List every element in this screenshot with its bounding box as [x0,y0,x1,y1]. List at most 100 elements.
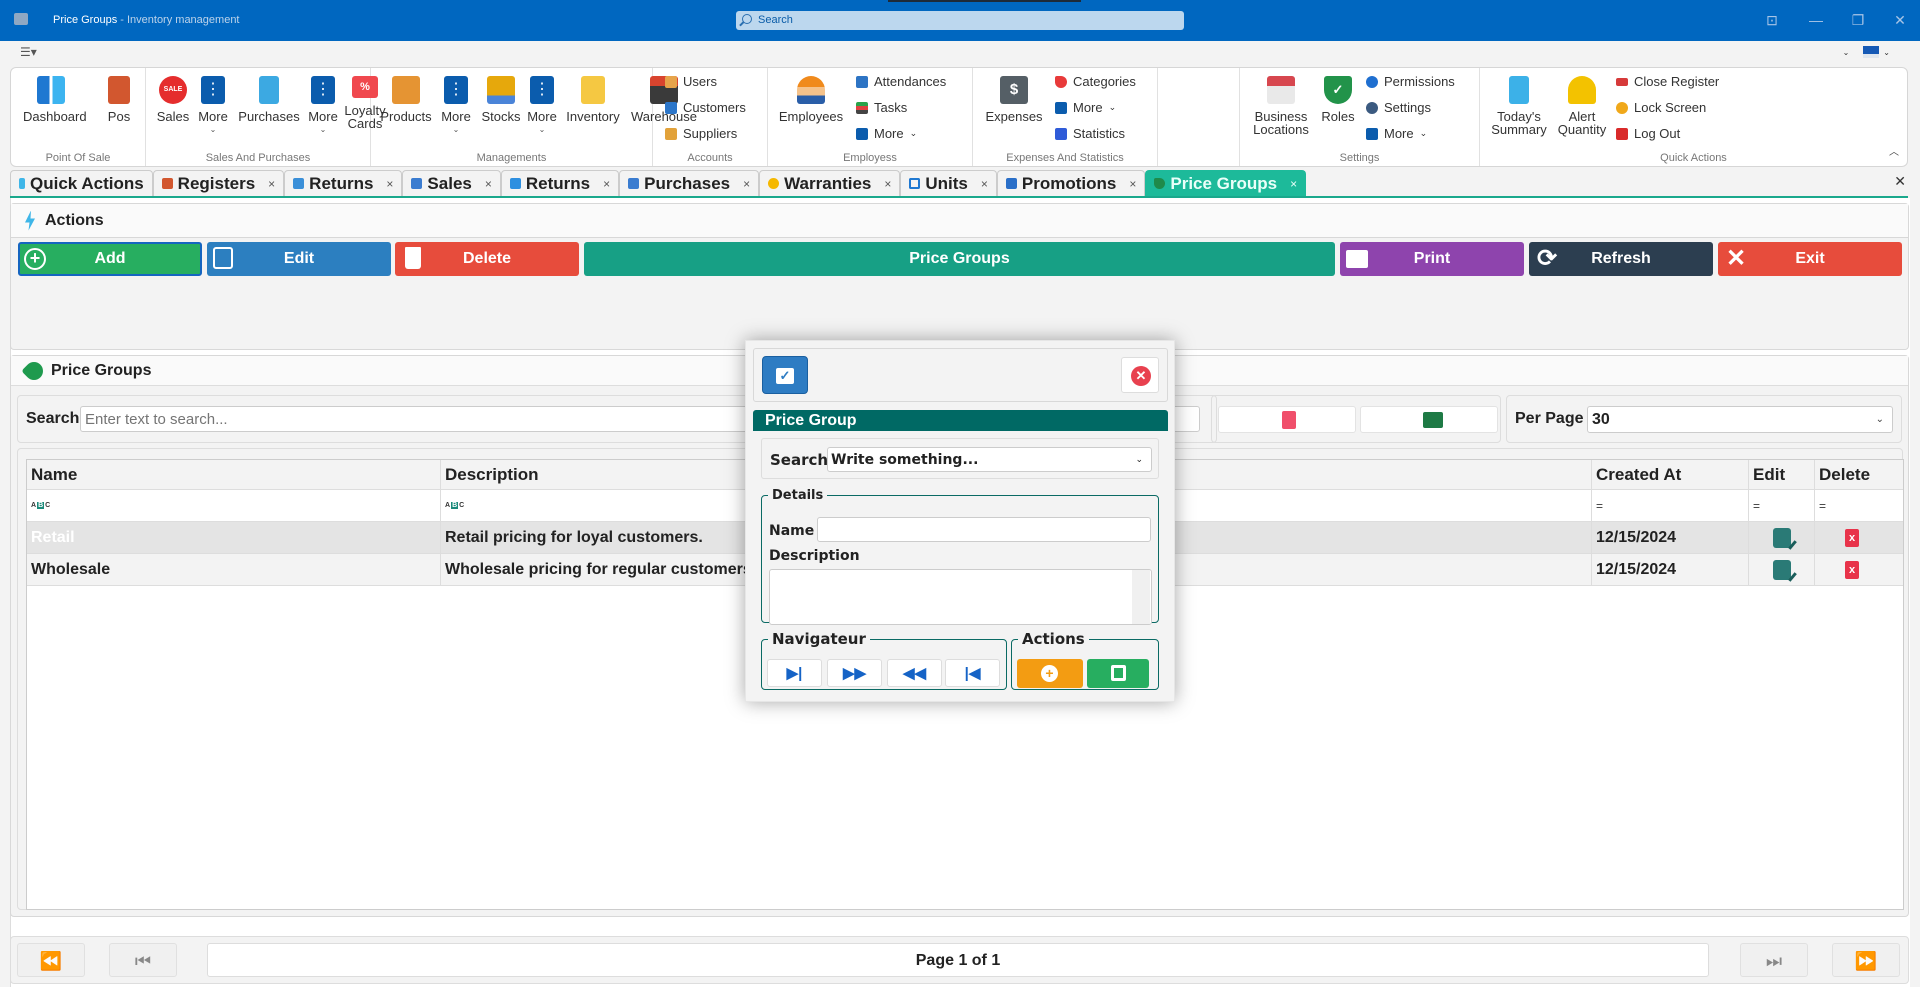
column-header-name[interactable]: Name [27,460,441,489]
print-button[interactable]: Print [1340,242,1524,276]
ribbon-inventory-button[interactable]: Inventory [563,76,623,123]
export-excel-button[interactable] [1360,406,1498,433]
restore-icon[interactable]: ❐ [1850,12,1866,28]
ribbon-purchases-button[interactable]: Purchases [236,76,302,123]
ribbon-tasks-button[interactable]: Tasks [856,100,907,115]
nav-first-button[interactable]: |◀ [945,659,1000,687]
ribbon-settings-more-button[interactable]: More ⌄ [1366,126,1427,141]
tab-price-groups[interactable]: Price Groups × [1145,170,1307,196]
tab-warranties[interactable]: Warranties × [759,170,901,196]
column-header-created-at[interactable]: Created At [1592,460,1749,489]
close-tab-icon[interactable]: × [884,177,891,191]
close-icon[interactable]: ✕ [1892,12,1908,28]
column-header-edit[interactable]: Edit [1749,460,1815,489]
filter-created-at[interactable]: = [1592,490,1749,521]
per-page-select[interactable]: 30 ⌄ [1587,406,1893,433]
ribbon-purchases-more-button[interactable]: ⋮ More ⌄ [306,76,340,136]
dialog-add-button[interactable]: + [1017,659,1083,688]
filter-edit[interactable]: = [1749,490,1815,521]
description-textarea[interactable] [769,569,1152,625]
tab-units[interactable]: Units × [900,170,997,196]
ribbon-expenses-more-button[interactable]: More ⌄ [1055,100,1116,115]
close-tab-icon[interactable]: × [603,177,610,191]
tab-registers[interactable]: Registers × [152,170,285,196]
ribbon-products-more-button[interactable]: ⋮ More ⌄ [439,76,473,136]
ribbon-todays-summary-button[interactable]: Today's Summary [1488,76,1550,136]
nav-prev-button[interactable]: ◀◀ [887,659,942,687]
close-tab-icon[interactable]: × [485,177,492,191]
pager-next-button[interactable]: ⏭ [1740,943,1808,977]
confirm-button[interactable]: ✓ [762,356,808,394]
pin-icon[interactable]: ⊡ [1764,12,1780,28]
ribbon-permissions-button[interactable]: Permissions [1366,74,1455,89]
close-all-tabs-icon[interactable]: ✕ [1894,173,1906,190]
minimize-icon[interactable]: — [1808,12,1824,28]
quick-access-toolbar-icon[interactable]: ☰▾ [20,45,40,59]
close-tab-icon[interactable]: × [386,177,393,191]
delete-row-icon[interactable]: x [1845,528,1859,547]
ribbon-stocks-more-button[interactable]: ⋮ More ⌄ [525,76,559,136]
ribbon-settings-button[interactable]: Settings [1366,100,1431,115]
tab-promotions[interactable]: Promotions × [996,170,1146,196]
price-groups-button[interactable]: Price Groups [584,242,1335,276]
tab-quick-actions[interactable]: Quick Actions [10,170,153,196]
dialog-save-button[interactable] [1087,659,1149,688]
close-tab-icon[interactable]: × [268,177,275,191]
ribbon-expenses-button[interactable]: $ Expenses [981,76,1047,123]
ribbon-log-out-button[interactable]: Log Out [1616,126,1680,141]
add-button[interactable]: + Add [18,242,202,276]
ribbon-close-register-button[interactable]: Close Register [1616,74,1719,89]
tab-purchases[interactable]: Purchases × [619,170,760,196]
ribbon-roles-button[interactable]: ✓ Roles [1318,76,1358,123]
ribbon-employees-more-button[interactable]: More ⌄ [856,126,917,141]
ribbon-business-locations-button[interactable]: Business Locations [1248,76,1314,136]
filter-delete[interactable]: = [1815,490,1903,521]
ribbon-employees-button[interactable]: Employees [776,76,846,123]
close-tab-icon[interactable]: × [1129,177,1136,191]
exit-button[interactable]: ✕ Exit [1718,242,1902,276]
close-tab-icon[interactable]: × [743,177,750,191]
ribbon-suppliers-button[interactable]: Suppliers [665,126,737,141]
theme-icon[interactable] [1863,46,1880,58]
ribbon-customers-button[interactable]: Customers [665,100,746,115]
ribbon-statistics-button[interactable]: Statistics [1055,126,1125,141]
dialog-close-button[interactable]: ✕ [1121,357,1159,393]
ribbon-products-button[interactable]: Products [377,76,435,123]
tab-returns[interactable]: Returns × [284,170,403,196]
title-search-input[interactable]: Search [736,11,1184,30]
tab-returns-2[interactable]: Returns × [500,170,620,196]
ribbon-stocks-button[interactable]: Stocks [479,76,523,123]
column-header-delete[interactable]: Delete [1815,460,1903,489]
ribbon-pos-button[interactable]: Pos [101,76,137,123]
pager-last-button[interactable]: ⏩ [1832,943,1900,977]
ribbon-attendances-button[interactable]: Attendances [856,74,946,89]
refresh-button[interactable]: ⟳ Refresh [1529,242,1713,276]
ribbon-dashboard-button[interactable]: Dashboard [23,76,87,123]
pager-prev-button[interactable]: ⏮ [109,943,177,977]
pager-first-button[interactable]: ⏪ [17,943,85,977]
delete-button[interactable]: Delete [395,242,579,276]
nav-next-button[interactable]: ▶▶ [827,659,882,687]
textarea-scrollbar[interactable] [1132,570,1150,624]
chevron-down-icon[interactable]: ⌄ [1883,48,1890,57]
dialog-search-select[interactable]: Write something... ⌄ [827,447,1152,472]
edit-row-icon[interactable] [1773,527,1791,548]
export-pdf-button[interactable] [1218,406,1356,433]
delete-row-icon[interactable]: x [1845,560,1859,579]
tab-sales[interactable]: Sales × [402,170,501,196]
close-tab-icon[interactable]: × [981,177,988,191]
name-input[interactable] [817,517,1151,542]
filter-name[interactable]: ABC [27,490,441,521]
edit-button[interactable]: Edit [207,242,391,276]
ribbon-sales-button[interactable]: SALE Sales [156,76,190,123]
ribbon-categories-button[interactable]: Categories [1055,74,1136,89]
chevron-down-icon[interactable]: ⌄ [1843,48,1850,57]
close-tab-icon[interactable]: × [1290,177,1297,191]
ribbon-lock-screen-button[interactable]: Lock Screen [1616,100,1706,115]
ribbon-sales-more-button[interactable]: ⋮ More ⌄ [196,76,230,136]
nav-last-button[interactable]: ▶| [767,659,822,687]
edit-row-icon[interactable] [1773,559,1791,580]
ribbon-alert-quantity-button[interactable]: Alert Quantity [1554,76,1610,136]
collapse-ribbon-icon[interactable]: ︿ [1889,143,1899,158]
ribbon-users-button[interactable]: Users [665,74,717,89]
